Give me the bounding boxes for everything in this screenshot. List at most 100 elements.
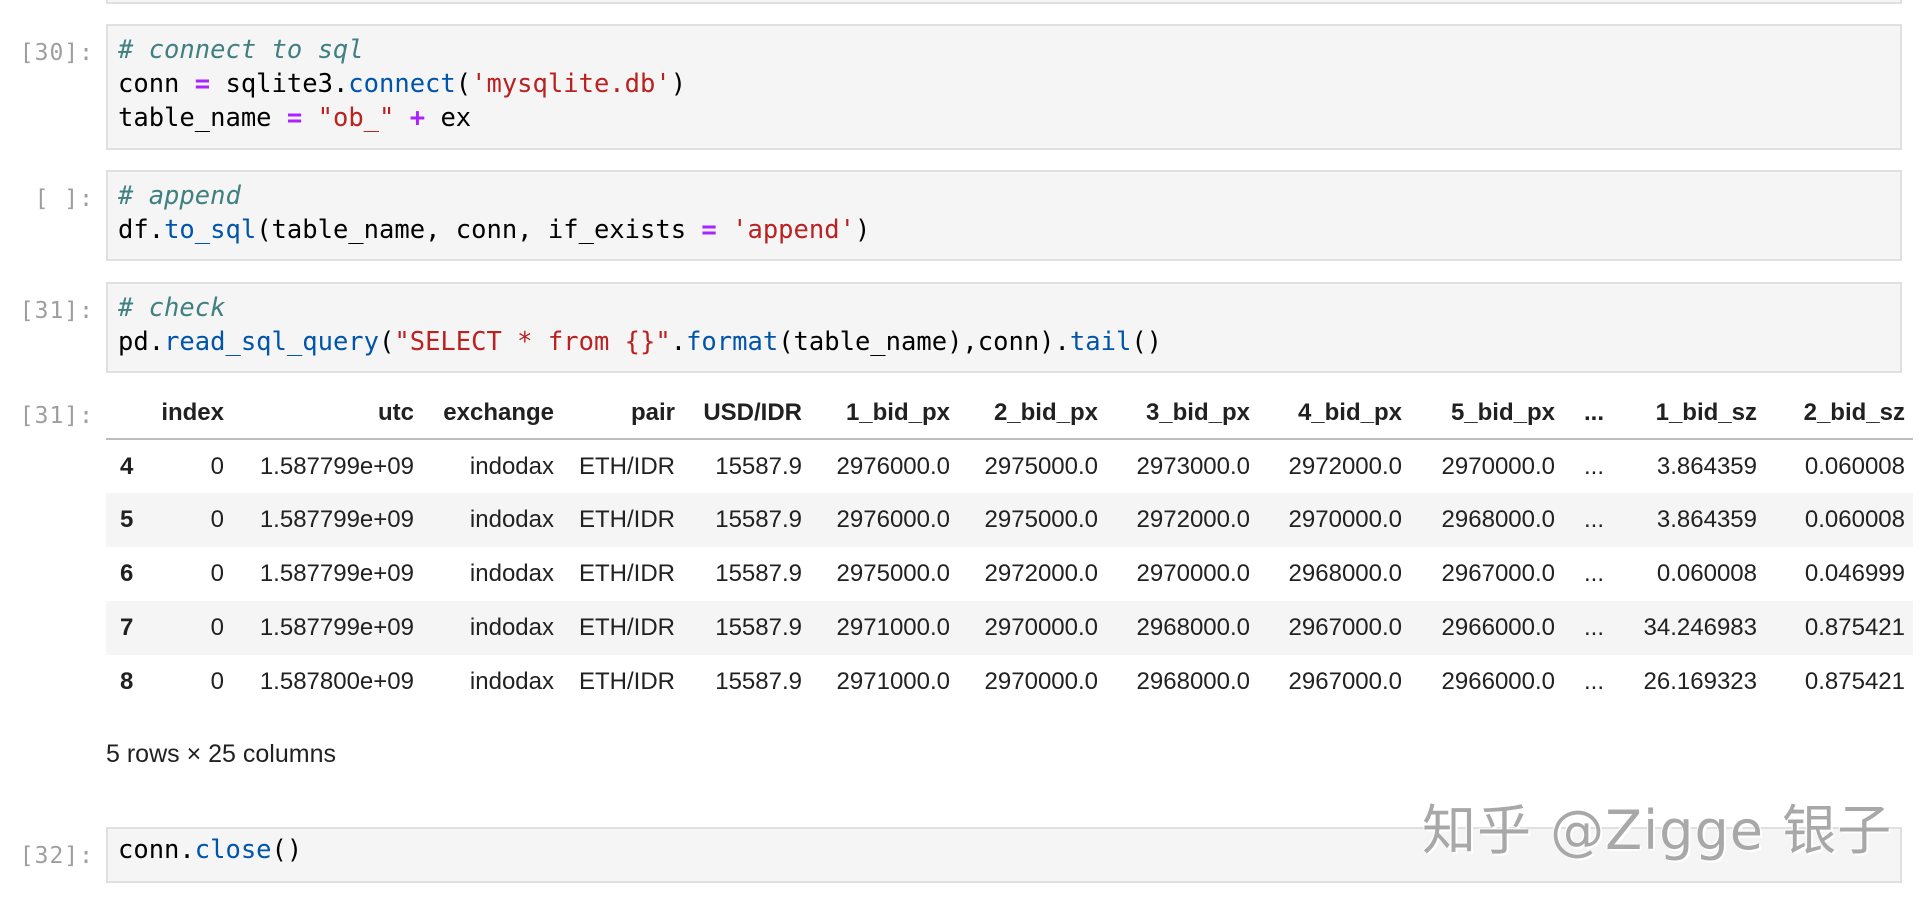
table-cell: 3.864359 [1656,506,1757,533]
code-line: # connect to sql [118,33,686,67]
column-header: 3_bid_px [1106,388,1258,440]
table-cell: ... [1583,560,1604,587]
code-function: read_sql_query [164,327,379,357]
code-operator: = [194,69,211,99]
table-cell: 2975000.0 [984,452,1098,480]
table-cell: ETH/IDR [579,614,675,641]
table-cell: 2970000.0 [984,668,1098,695]
table-cell: ETH/IDR [579,452,675,480]
table-cell: 15587.9 [715,560,802,587]
table-row: 6 0 1.587799e+09 indodax ETH/IDR 15587.9 29750… [106,547,1913,601]
table-header-row: index utc exchange pair USD/IDR 1_bid_px 2_bid… [106,388,1913,440]
table-cell: 2970000.0 [1136,560,1250,587]
code-operator: = [286,103,303,133]
table-cell: 2975000.0 [984,506,1098,533]
code-text: ) [670,69,687,99]
code-text: pd. [118,327,165,357]
code-text: sqlite3. [210,69,349,99]
code-text: table_name [118,103,287,133]
code-comment: # append [118,181,241,211]
code-editor[interactable]: # append df.to_sql(table_name, conn, if_e… [118,179,870,247]
table-cell: 0.060008 [1656,560,1757,587]
row-index: 7 [120,614,134,641]
table-cell: ETH/IDR [579,506,675,533]
table-cell: 0 [210,452,224,480]
table-cell: 15587.9 [715,668,802,695]
code-text: ( [455,69,472,99]
table-row: 5 0 1.587799e+09 indodax ETH/IDR 15587.9 29760… [106,493,1913,547]
cell-prompt: [30]: [19,40,94,66]
table-cell: 1.587799e+09 [259,506,414,533]
table-cell: 2967000.0 [1288,668,1402,695]
code-text: (table_name),conn). [778,327,1070,357]
table-cell: ETH/IDR [579,668,675,695]
table-cell: 2970000.0 [984,614,1098,641]
code-comment: # connect to sql [118,35,364,65]
table-cell: 2972000.0 [1136,506,1250,533]
code-operator: = [701,215,717,245]
code-cell-append[interactable]: # append df.to_sql(table_name, conn, if_e… [106,170,1902,261]
table-cell: ETH/IDR [579,560,675,587]
table-cell: 26.169323 [1643,668,1757,695]
table-cell: 2971000.0 [836,668,950,695]
column-header: 4_bid_px [1258,388,1410,440]
code-text: ( [379,327,395,357]
column-header: utc [232,388,422,440]
watermark: 知乎 @Zigge 银子 [1422,799,1893,862]
code-text: () [1131,327,1163,357]
code-text: . [670,327,687,357]
table-cell: 2972000.0 [984,560,1098,587]
code-function: format [686,327,779,357]
table-cell: 2968000.0 [1136,614,1250,641]
table-cell: indodax [469,614,554,641]
column-header: USD/IDR [683,388,810,440]
table-cell: 2967000.0 [1288,614,1402,641]
code-function: close [194,835,272,865]
table-cell: 3.864359 [1656,452,1757,480]
code-editor[interactable]: conn.close() [118,833,302,867]
code-string: 'append' [732,215,855,245]
cell-prompt: [31]: [19,298,94,324]
code-line: # append [118,179,870,213]
code-text: (table_name, conn, if_exists [256,215,702,245]
code-line: table_name = "ob_" + ex [118,101,686,135]
code-cell-check[interactable]: # check pd.read_sql_query("SELECT * from … [106,282,1902,373]
table-cell: 2968000.0 [1136,668,1250,695]
code-function: tail [1069,327,1132,357]
table-cell: 2972000.0 [1288,452,1402,480]
table-cell: ... [1583,614,1604,641]
row-index: 5 [120,506,134,533]
row-index: 4 [120,452,134,480]
code-text: conn [118,69,195,99]
code-function: connect [348,69,456,99]
table-cell: 0.046999 [1804,560,1905,587]
table-cell: 2966000.0 [1441,668,1555,695]
table-cell: 0 [210,614,224,641]
code-cell-connect[interactable]: # connect to sql conn = sqlite3.connect('… [106,24,1902,150]
table-cell: 15587.9 [715,506,802,533]
previous-code-cell[interactable] [106,0,1902,4]
code-string: 'mysqlite.db' [471,69,671,99]
table-cell: ... [1583,452,1604,480]
column-header: index [146,388,232,440]
table-cell: 2976000.0 [836,506,950,533]
table-cell: 0.060008 [1804,506,1905,533]
table-cell: 2968000.0 [1441,506,1555,533]
code-function: to_sql [164,215,257,245]
code-string: "SELECT * from {}" [394,327,671,357]
table-cell: 0.875421 [1804,614,1905,641]
code-editor[interactable]: # connect to sql conn = sqlite3.connect('… [118,33,686,135]
code-text: ex [425,103,472,133]
column-header: pair [562,388,683,440]
table-cell: 2975000.0 [836,560,950,587]
table-cell: 0 [210,668,224,695]
code-editor[interactable]: # check pd.read_sql_query("SELECT * from … [118,291,1162,359]
table-cell: 34.246983 [1643,614,1757,641]
table-cell: indodax [469,506,554,533]
cell-prompt: [32]: [19,843,94,869]
column-header: 5_bid_px [1410,388,1563,440]
code-line: conn = sqlite3.connect('mysqlite.db') [118,67,686,101]
code-string: "ob_" [317,103,395,133]
